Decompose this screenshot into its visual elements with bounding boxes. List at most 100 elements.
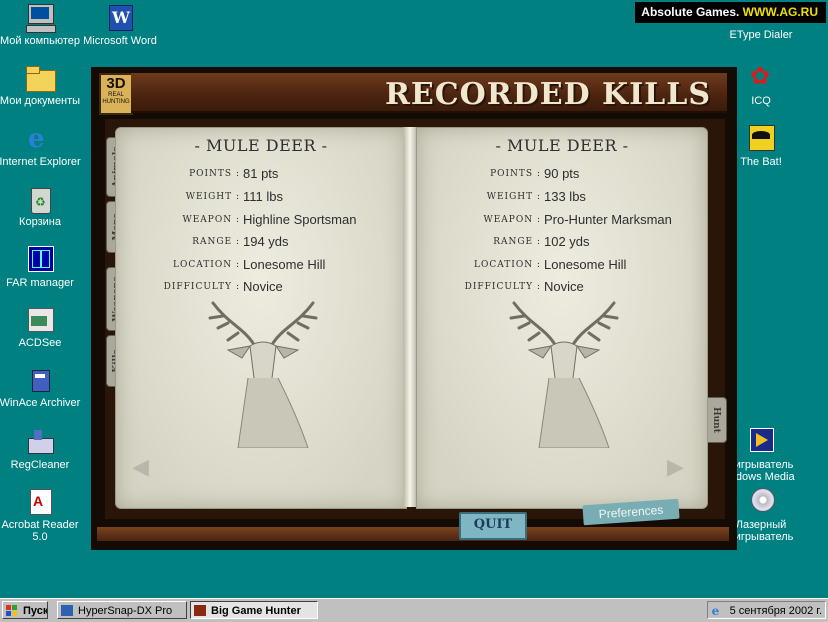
weapon-label: WEAPON : [483, 215, 541, 225]
points-label: POINTS : [490, 169, 541, 179]
the-bat-icon [745, 125, 777, 153]
desktop-icon-internet-explorer[interactable]: e Internet Explorer [0, 125, 85, 168]
acdsee-icon [24, 306, 56, 334]
location-label: LOCATION : [173, 260, 240, 270]
weight-row: WEIGHT : 111 lbs [116, 189, 406, 209]
desktop-icon-label: Корзина [19, 216, 61, 228]
desktop-icon-label: WinAce Archiver [0, 397, 81, 409]
logo-3d-text: 3D [106, 75, 126, 92]
big-game-hunter-icon [194, 605, 206, 616]
location-label: LOCATION : [474, 260, 541, 270]
weight-row: WEIGHT : 133 lbs [417, 189, 707, 209]
location-row: LOCATION : Lonesome Hill [417, 257, 707, 277]
internet-explorer-tray-icon[interactable]: e [712, 605, 724, 617]
my-computer-icon [24, 4, 56, 33]
right-page-heading: - MULE DEER - [495, 136, 629, 155]
deer-illustration [509, 301, 619, 448]
weight-label: WEIGHT : [486, 192, 541, 202]
windows-media-icon [745, 428, 777, 456]
taskbar-button-label: HyperSnap-DX Pro [78, 605, 173, 617]
right-page: - MULE DEER - POINTS : 90 pts WEIGHT : 1… [416, 127, 708, 509]
difficulty-value: Novice [243, 279, 283, 294]
desktop-icon-label: Microsoft Word [83, 35, 157, 47]
desktop-icon-label: RegCleaner [10, 459, 70, 471]
weapon-label: WEAPON : [182, 215, 240, 225]
regcleaner-icon [24, 428, 56, 456]
desktop-icon-label: ACDSee [18, 337, 62, 349]
difficulty-row: DIFFICULTY : Novice [417, 279, 707, 299]
desktop-icon-recycle-bin[interactable]: ♻ Корзина [0, 185, 85, 228]
clock[interactable]: 5 сентября 2002 г. [730, 605, 822, 617]
desktop-icon-far-manager[interactable]: FAR manager [0, 246, 85, 289]
location-row: LOCATION : Lonesome Hill [116, 257, 406, 277]
tab-hunt-label: Hunt [711, 407, 721, 433]
cd-player-icon [745, 488, 777, 516]
desktop-icon-label: Internet Explorer [0, 156, 81, 168]
taskbar-button-big-game-hunter[interactable]: Big Game Hunter [190, 601, 318, 619]
range-row: RANGE : 102 yds [417, 234, 707, 254]
weight-value: 111 lbs [243, 189, 283, 204]
desktop-icon-winace[interactable]: WinAce Archiver [0, 366, 85, 409]
difficulty-row: DIFFICULTY : Novice [116, 279, 406, 299]
desktop-icon-etype-dialer[interactable]: EType Dialer [716, 4, 806, 41]
page-title: RECORDED KILLS [384, 77, 711, 112]
logo-subtitle: REAL HUNTING [102, 92, 130, 105]
range-row: RANGE : 194 yds [116, 234, 406, 254]
desktop-icon-regcleaner[interactable]: RegCleaner [0, 428, 85, 471]
desktop-icon-acdsee[interactable]: ACDSee [0, 306, 85, 349]
weight-label: WEIGHT : [185, 192, 240, 202]
desktop-icon-label: FAR manager [6, 277, 74, 289]
next-page-arrow[interactable]: ▶ [667, 454, 684, 480]
tab-hunt[interactable]: Hunt [705, 397, 727, 443]
hypersnap-icon [61, 605, 73, 616]
recycle-bin-icon: ♻ [24, 185, 56, 214]
points-label: POINTS : [189, 169, 240, 179]
left-page-heading: - MULE DEER - [194, 136, 328, 155]
difficulty-value: Novice [544, 279, 584, 294]
far-manager-icon [24, 246, 56, 274]
weapon-value: Highline Sportsman [243, 212, 357, 227]
taskbar-button-label: Big Game Hunter [211, 605, 301, 617]
quit-button[interactable]: QUIT [459, 512, 527, 540]
game-window: 3D REAL HUNTING RECORDED KILLS Animals M… [91, 67, 737, 550]
word-icon: W [104, 4, 136, 32]
points-row: POINTS : 90 pts [417, 166, 707, 186]
wood-shelf [97, 527, 729, 541]
game-logo: 3D REAL HUNTING [99, 73, 133, 115]
winace-icon [24, 366, 56, 394]
difficulty-label: DIFFICULTY : [464, 282, 541, 292]
range-value: 194 yds [243, 234, 289, 249]
title-banner: RECORDED KILLS [131, 73, 727, 113]
points-value: 81 pts [243, 166, 279, 181]
weapon-row: WEAPON : Pro-Hunter Marksman [417, 212, 707, 232]
desktop-icon-my-documents[interactable]: Мои документы [0, 64, 85, 107]
range-label: RANGE : [192, 237, 240, 247]
desktop-icon-label: EType Dialer [729, 29, 793, 41]
desktop-icon-label: Мои документы [0, 95, 81, 107]
points-value: 90 pts [544, 166, 580, 181]
weapon-value: Pro-Hunter Marksman [544, 212, 672, 227]
start-label: Пуск [23, 605, 48, 617]
taskbar: Пуск HyperSnap-DX Pro Big Game Hunter e … [0, 598, 828, 622]
taskbar-button-hypersnap[interactable]: HyperSnap-DX Pro [57, 601, 187, 619]
start-button[interactable]: Пуск [2, 601, 48, 619]
desktop-icon-word[interactable]: W Microsoft Word [75, 4, 165, 47]
left-page: - MULE DEER - POINTS : 81 pts WEIGHT : 1… [115, 127, 407, 509]
etype-dialer-icon [745, 4, 777, 26]
points-row: POINTS : 81 pts [116, 166, 406, 186]
weapon-row: WEAPON : Highline Sportsman [116, 212, 406, 232]
desktop-icon-label: Acrobat Reader 5.0 [1, 519, 79, 543]
icq-icon: ✿ [750, 63, 771, 90]
weight-value: 133 lbs [544, 189, 586, 204]
acrobat-icon: A [24, 488, 56, 516]
prev-page-arrow[interactable]: ◀ [132, 454, 149, 480]
desktop-icon-my-computer[interactable]: Мой компьютер [0, 4, 85, 47]
deer-illustration [208, 301, 318, 448]
my-documents-icon [24, 64, 56, 92]
desktop-icon-label: Мой компьютер [0, 35, 81, 47]
location-value: Lonesome Hill [544, 257, 627, 272]
system-tray: e 5 сентября 2002 г. [706, 601, 826, 619]
location-value: Lonesome Hill [243, 257, 326, 272]
range-label: RANGE : [493, 237, 541, 247]
desktop-icon-acrobat[interactable]: A Acrobat Reader 5.0 [0, 488, 85, 543]
